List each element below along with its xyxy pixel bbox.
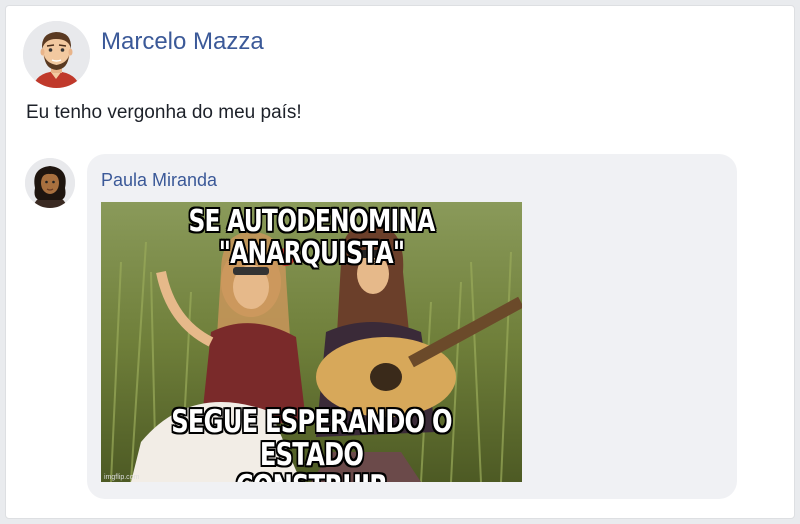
meme-image[interactable]: SE AUTODENOMINA "ANARQUISTA" SEGUE ESPER…	[101, 202, 522, 482]
meme-watermark: imgflip.com	[104, 474, 140, 481]
commenter-avatar[interactable]	[25, 158, 75, 208]
meme-bottom-caption: SEGUE ESPERANDO O ESTADO CONSTRUIR UNIVE…	[147, 406, 475, 482]
meme-top-caption: SE AUTODENOMINA "ANARQUISTA"	[188, 204, 435, 271]
author-avatar[interactable]	[23, 21, 90, 88]
meme-bottom-line-1: SEGUE ESPERANDO O ESTADO	[171, 404, 452, 473]
commenter-name-link[interactable]: Paula Miranda	[101, 170, 217, 191]
meme-bottom-line-2: CONSTRUIR UNIVERSIDADES	[147, 471, 475, 482]
post-text: Eu tenho vergonha do meu país!	[26, 102, 302, 123]
post-card: Marcelo Mazza Eu tenho vergonha do meu p…	[5, 5, 795, 519]
man-avatar-icon	[23, 21, 90, 88]
woman-avatar-icon	[25, 158, 75, 208]
author-name-link[interactable]: Marcelo Mazza	[101, 28, 264, 56]
comment-bubble: Paula Miranda SE AUTODENOMINA "ANARQUIST…	[87, 154, 737, 499]
